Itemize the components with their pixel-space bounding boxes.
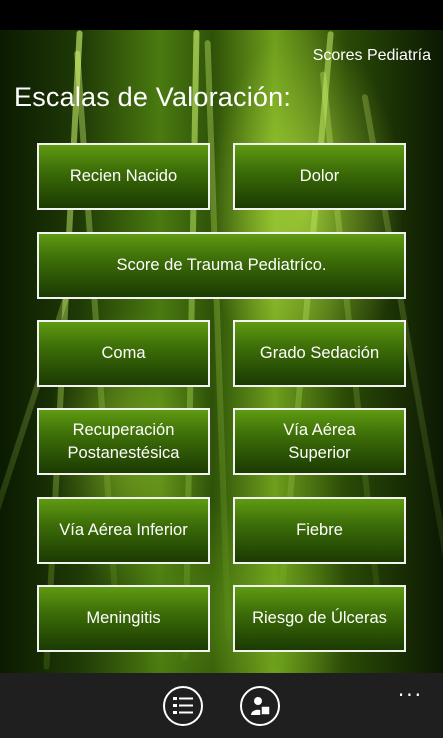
coma-button[interactable]: Coma bbox=[37, 320, 210, 387]
trauma-pediatrico-label: Score de Trauma Pediatríco. bbox=[116, 256, 327, 275]
checklist-button[interactable] bbox=[163, 686, 203, 726]
page-title: Escalas de Valoración: bbox=[14, 82, 292, 112]
fiebre-label: Fiebre bbox=[296, 521, 343, 540]
recien-nacido-button[interactable]: Recien Nacido bbox=[37, 143, 210, 210]
riesgo-ulceras-button[interactable]: Riesgo de Úlceras bbox=[233, 585, 406, 652]
trauma-pediatrico-button[interactable]: Score de Trauma Pediatríco. bbox=[37, 232, 406, 299]
grado-sedacion-button[interactable]: Grado Sedación bbox=[233, 320, 406, 387]
checklist-icon bbox=[173, 697, 193, 714]
coma-label: Coma bbox=[101, 344, 146, 363]
via-inferior-label: Vía Aérea Inferior bbox=[59, 521, 188, 540]
recuperacion-label-line1: Recuperación bbox=[72, 421, 175, 440]
meningitis-button[interactable]: Meningitis bbox=[37, 585, 210, 652]
grado-sedacion-label: Grado Sedación bbox=[259, 344, 380, 363]
fiebre-button[interactable]: Fiebre bbox=[233, 497, 406, 564]
user-card-icon bbox=[251, 697, 271, 716]
recuperacion-label-line2: Postanestésica bbox=[67, 443, 180, 462]
more-menu-button[interactable]: ... bbox=[398, 677, 423, 701]
via-superior-label-line1: Vía Aérea bbox=[283, 421, 356, 440]
status-bar bbox=[0, 0, 443, 30]
dolor-button[interactable]: Dolor bbox=[233, 143, 406, 210]
phone-screen: Scores Pediatría Escalas de Valoración: … bbox=[0, 0, 443, 738]
app-bar: ... bbox=[0, 673, 443, 738]
dolor-label: Dolor bbox=[299, 167, 340, 186]
via-aerea-superior-button[interactable]: Vía Aérea Superior bbox=[233, 408, 406, 475]
via-superior-label-line2: Superior bbox=[288, 443, 351, 462]
via-aerea-inferior-button[interactable]: Vía Aérea Inferior bbox=[37, 497, 210, 564]
user-card-button[interactable] bbox=[240, 686, 280, 726]
meningitis-label: Meningitis bbox=[86, 609, 161, 628]
recien-nacido-label: Recien Nacido bbox=[69, 167, 178, 186]
riesgo-ulceras-label: Riesgo de Úlceras bbox=[252, 609, 387, 628]
recuperacion-postanestesica-button[interactable]: Recuperación Postanestésica bbox=[37, 408, 210, 475]
app-title: Scores Pediatría bbox=[312, 47, 431, 64]
